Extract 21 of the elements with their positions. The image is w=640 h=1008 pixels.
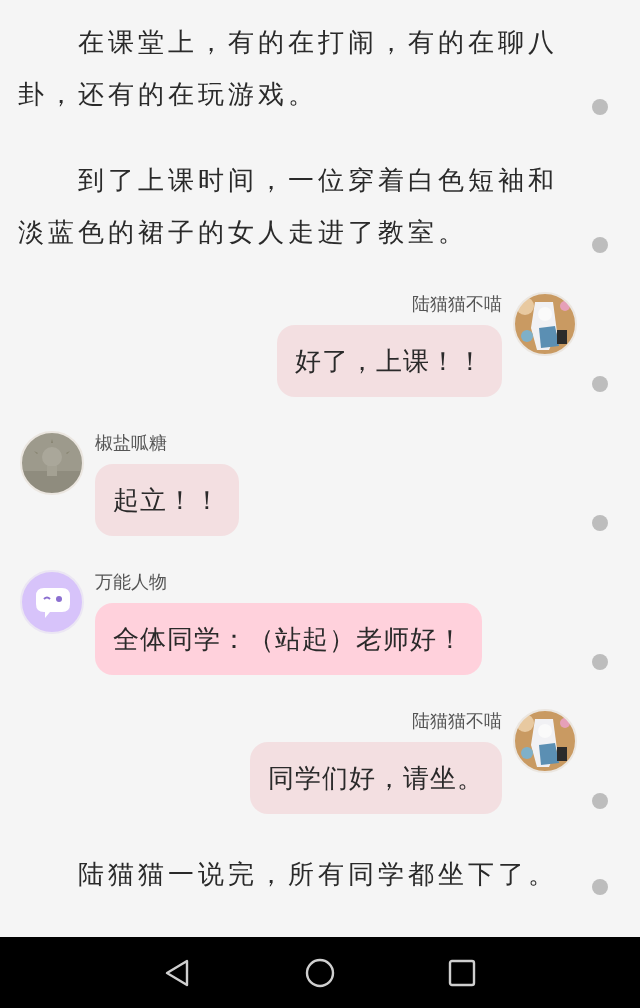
chat-avatar-icon [20,570,84,634]
dot-icon [592,237,608,253]
dot-icon [592,99,608,115]
narration-paragraph: 到了上课时间，一位穿着白色短袖和淡蓝色的裙子的女人走进了教室。 [17,164,559,249]
message-bubble: 好了，上课！！ [277,325,502,397]
sender-name: 椒盐呱糖 [95,431,167,455]
sender-name: 陆猫猫不喵 [412,709,502,733]
message-bubble: 起立！！ [95,464,239,536]
sender-name: 陆猫猫不喵 [412,292,502,316]
message-bubble: 全体同学：（站起）老师好！ [95,603,482,675]
dot-icon [592,515,608,531]
recents-icon[interactable] [447,957,477,988]
home-icon[interactable] [305,957,335,988]
dot-icon [592,376,608,392]
narration-paragraph: 在课堂上，有的在打闹，有的在聊八卦，还有的在玩游戏。 [17,26,559,111]
dot-icon [592,654,608,670]
narration-paragraph: 陆猫猫一说完，所有同学都坐下了。 [77,858,559,891]
dot-icon [592,793,608,809]
message-bubble: 同学们好，请坐。 [250,742,502,814]
sender-name: 万能人物 [95,570,167,594]
dot-icon [592,879,608,895]
